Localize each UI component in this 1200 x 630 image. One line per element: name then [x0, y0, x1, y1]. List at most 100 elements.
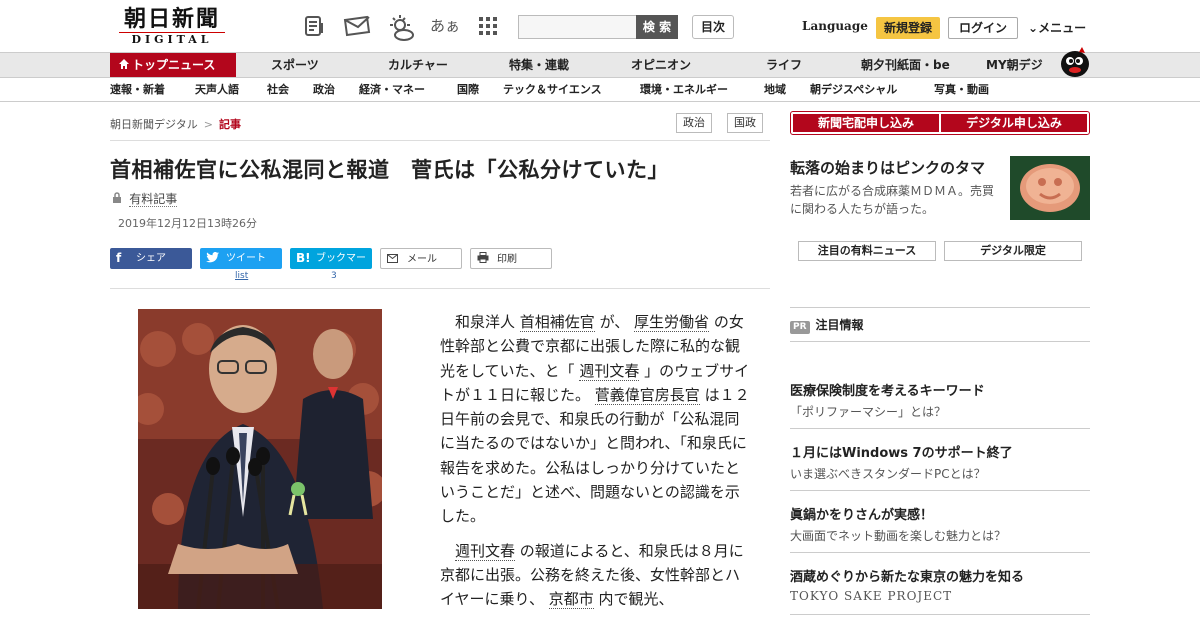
nav-opinion[interactable]: オピニオン — [631, 53, 691, 77]
weather-icon[interactable] — [386, 14, 416, 41]
printer-icon — [477, 249, 489, 270]
subnav-society[interactable]: 社会 — [267, 79, 289, 101]
chevron-down-icon: ⌄ — [1028, 21, 1039, 35]
promo-title[interactable]: 転落の始まりはピンクのタマ — [790, 157, 985, 178]
breadcrumb-home[interactable]: 朝日新聞デジタル — [110, 118, 198, 131]
tag-politics[interactable]: 政治 — [676, 113, 712, 133]
nav-top-news-label: トップニュース — [132, 58, 216, 72]
ad-title[interactable]: 医療保険制度を考えるキーワード — [790, 380, 985, 399]
mail-icon[interactable] — [342, 14, 372, 38]
link-suga-yoshihide[interactable]: 菅義偉官房長官 — [594, 385, 700, 405]
divider — [110, 140, 770, 141]
link-aide-to-pm[interactable]: 首相補佐官 — [519, 313, 595, 332]
nav-sports[interactable]: スポーツ — [271, 53, 319, 77]
paid-news-tab[interactable]: 注目の有料ニュース — [798, 241, 936, 261]
logo-title: 朝日新聞 — [123, 6, 220, 32]
subnav-breaking[interactable]: 速報・新着 — [110, 79, 165, 101]
divider — [790, 341, 1090, 342]
index-button[interactable]: 目次 — [692, 15, 734, 39]
hatena-bookmark-icon: B! — [296, 251, 311, 265]
subnav-international[interactable]: 国際 — [457, 79, 479, 101]
ad-title[interactable]: 眞鍋かをりさんが実感！ — [790, 504, 933, 523]
paid-label[interactable]: 有料記事 — [129, 192, 178, 207]
paid-article-badge: 有料記事 — [112, 190, 178, 207]
subscribe-paper-button[interactable]: 新聞宅配申し込み — [793, 114, 939, 132]
login-button[interactable]: ログイン — [948, 17, 1018, 39]
pr-badge: PR — [790, 321, 810, 334]
article-paragraph-1: 和泉洋人 首相補佐官 が、 厚生労働省 の女性幹部と公費で京都に出張した際に私的… — [440, 310, 754, 529]
print-button[interactable]: 印刷 — [470, 248, 552, 269]
subnav-tech[interactable]: テック＆サイエンス — [503, 79, 602, 101]
link-shukan-bunshun[interactable]: 週刊文春 — [579, 361, 640, 381]
digital-only-tab[interactable]: デジタル限定 — [944, 241, 1082, 261]
divider — [790, 428, 1090, 429]
hatena-bookmark-label: ブックマーク — [316, 253, 366, 285]
article-paragraph-2: 週刊文春 の報道によると、和泉氏は８月に京都に出張。公務を終えた後、女性幹部とハ… — [440, 539, 754, 612]
text-run: が、 — [594, 313, 635, 331]
breadcrumb-current: 記事 — [219, 118, 241, 131]
logo-subtitle: DIGITAL — [119, 32, 225, 46]
font-size-icon[interactable]: あぁ — [430, 14, 460, 38]
mail-share-button[interactable]: メール — [380, 248, 462, 269]
divider — [790, 614, 1090, 615]
nav-life[interactable]: ライフ — [766, 53, 802, 77]
subnav-environment[interactable]: 環境・エネルギー — [640, 79, 728, 101]
twitter-count[interactable]: list — [235, 271, 248, 281]
nav-culture[interactable]: カルチャー — [388, 53, 448, 77]
link-kyoto-city[interactable]: 京都市 — [548, 590, 594, 610]
nav-my-asadigi[interactable]: MY朝デジ — [986, 53, 1043, 77]
twitter-share-button[interactable]: ツイート — [200, 248, 282, 269]
divider — [790, 552, 1090, 553]
newspaper-icon[interactable] — [302, 14, 326, 38]
subnav-special[interactable]: 朝デジスペシャル — [810, 79, 897, 101]
mascot-icon[interactable] — [1058, 44, 1092, 78]
main-nav: トップニュース スポーツ カルチャー 特集・連載 オピニオン ライフ 朝夕刊紙面… — [0, 52, 1200, 78]
register-button[interactable]: 新規登録 — [876, 17, 940, 39]
article-date: 2019年12月12日13時26分 — [118, 217, 257, 230]
menu-label: メニュー — [1038, 21, 1087, 35]
nav-top-news[interactable]: トップニュース — [110, 53, 236, 77]
mail-share-label: メール — [407, 254, 437, 265]
print-label: 印刷 — [497, 254, 517, 265]
ad-subtitle[interactable]: いま選ぶべきスタンダードPCとは？ — [790, 465, 986, 482]
site-logo[interactable]: 朝日新聞 DIGITAL — [113, 6, 231, 46]
divider — [790, 490, 1090, 491]
promo-image[interactable] — [1010, 156, 1090, 220]
search-button[interactable]: 検 索 — [636, 15, 678, 39]
pr-section-title: PR 注目情報 — [790, 316, 864, 334]
hatena-count[interactable]: 3 — [331, 271, 337, 281]
facebook-icon: f — [116, 251, 122, 265]
ad-subtitle[interactable]: 大画面でネット動画を楽しむ魅力とは？ — [790, 527, 1006, 544]
tag-national-politics[interactable]: 国政 — [727, 113, 763, 133]
home-icon — [118, 53, 130, 78]
ad-title[interactable]: １月にはWindows 7のサポート終了 — [790, 442, 1013, 461]
search-input[interactable] — [518, 15, 638, 39]
menu-button[interactable]: ⌄メニュー — [1028, 19, 1086, 36]
breadcrumb-separator: > — [203, 118, 213, 131]
link-shukan-bunshun[interactable]: 週刊文春 — [455, 541, 516, 561]
promo-description[interactable]: 若者に広がる合成麻薬ＭＤＭＡ。売買に関わる人たちが語った。 — [790, 182, 1002, 218]
article-headline: 首相補佐官に公私混同と報道 菅氏は「公私分けていた」 — [110, 158, 669, 182]
language-link[interactable]: Language — [802, 19, 868, 33]
subscribe-box: 新聞宅配申し込み デジタル申し込み — [790, 111, 1090, 135]
subnav-photo-video[interactable]: 写真・動画 — [934, 79, 989, 101]
facebook-share-button[interactable]: f シェア — [110, 248, 192, 269]
nav-newspaper[interactable]: 朝夕刊紙面・be — [861, 53, 950, 77]
ad-subtitle[interactable]: TOKYO SAKE PROJECT — [790, 589, 952, 603]
subscribe-digital-button[interactable]: デジタル申し込み — [941, 114, 1087, 132]
grid-menu-icon[interactable] — [476, 14, 500, 38]
twitter-share-label: ツイート — [226, 253, 266, 264]
hatena-bookmark-button[interactable]: B! ブックマーク — [290, 248, 372, 285]
nav-features[interactable]: 特集・連載 — [509, 53, 569, 77]
subnav-politics[interactable]: 政治 — [313, 79, 335, 101]
ad-subtitle[interactable]: 「ポリファーマシー」とは？ — [790, 403, 946, 420]
ad-title[interactable]: 酒蔵めぐりから新たな東京の魅力を知る — [790, 566, 1024, 585]
breadcrumb: 朝日新聞デジタル > 記事 — [110, 116, 241, 132]
link-mhlw[interactable]: 厚生労働省 — [634, 313, 710, 332]
subnav-tenseijingo[interactable]: 天声人語 — [195, 79, 239, 101]
subnav-region[interactable]: 地域 — [764, 79, 786, 101]
article-photo[interactable] — [138, 309, 382, 609]
text-run: は１２日午前の会見で、和泉氏の行動が「公私混同に当たるのではないか」と問われ、「… — [440, 385, 750, 526]
subnav-economy[interactable]: 経済・マネー — [359, 79, 425, 101]
divider — [110, 288, 770, 289]
